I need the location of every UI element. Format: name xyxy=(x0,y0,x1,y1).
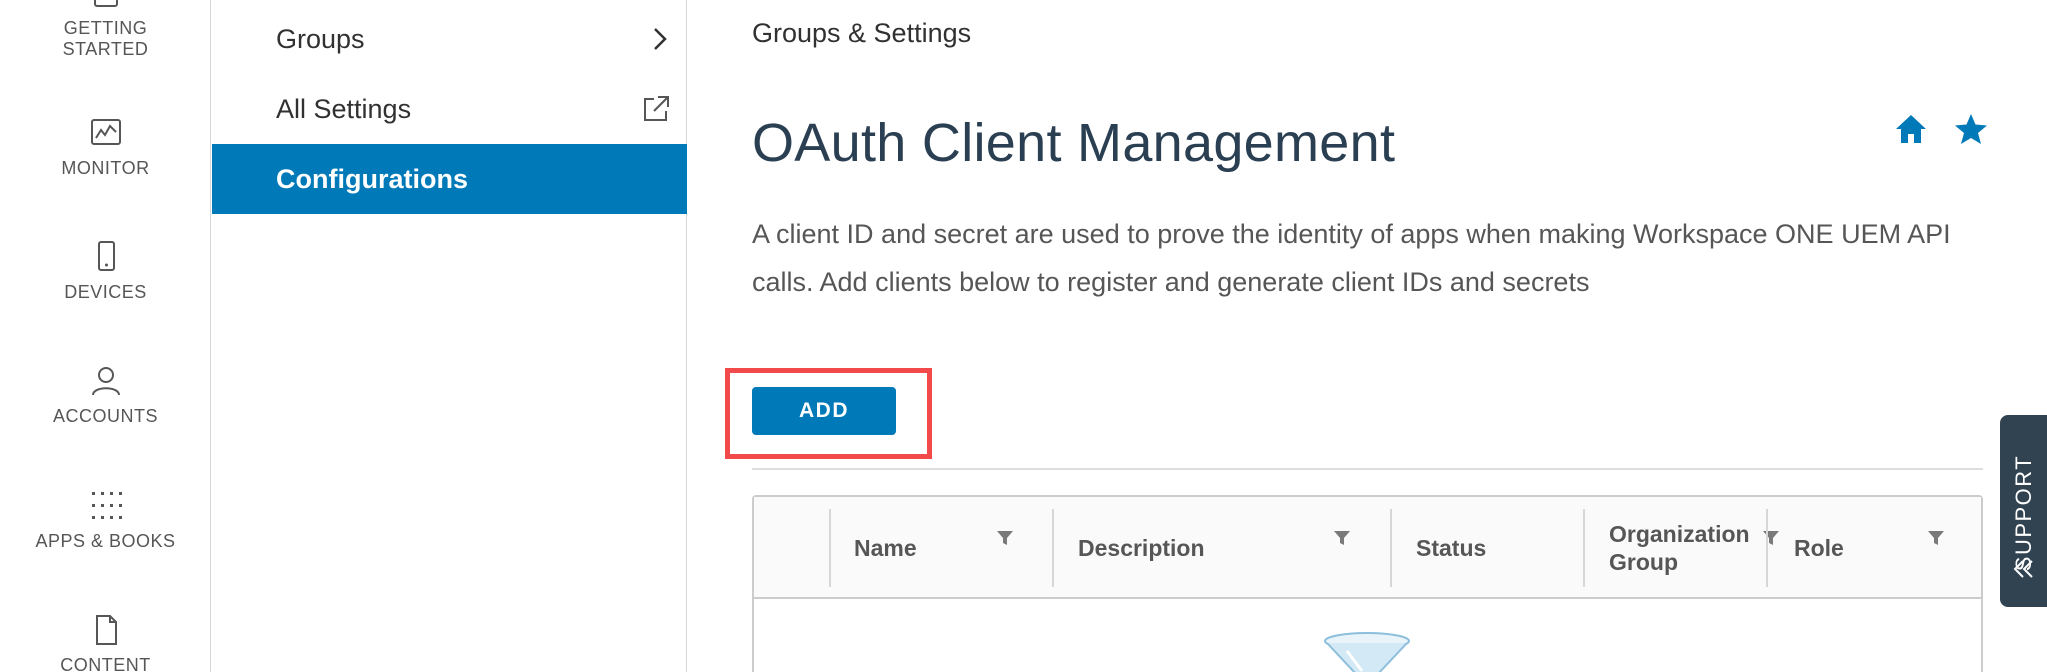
add-button[interactable]: ADD xyxy=(752,387,896,435)
accounts-icon xyxy=(91,367,120,396)
external-link-icon[interactable] xyxy=(641,94,671,124)
settings-subnav: Groups All Settings Configurations xyxy=(212,0,687,672)
page-title: OAuth Client Management xyxy=(752,113,1396,173)
filter-icon[interactable] xyxy=(996,529,1014,547)
apps-books-icon xyxy=(91,492,122,519)
main-content: Groups & Settings OAuth Client Managemen… xyxy=(688,0,2047,672)
content-icon xyxy=(95,615,117,645)
rail-item-content[interactable]: CONTENT xyxy=(0,613,211,672)
column-separator[interactable] xyxy=(1766,509,1768,587)
filter-icon[interactable] xyxy=(1927,529,1945,547)
grid-header: Name Description Status Organization Gro… xyxy=(754,497,1981,599)
filter-icon[interactable] xyxy=(1333,529,1351,547)
subnav-item-label: All Settings xyxy=(276,93,412,124)
getting-started-icon xyxy=(93,0,118,7)
section-divider xyxy=(752,468,1983,470)
subnav-item-groups[interactable]: Groups xyxy=(212,4,687,74)
monitor-icon xyxy=(90,119,121,145)
subnav-item-label: Configurations xyxy=(276,163,468,194)
column-header-description[interactable]: Description xyxy=(1078,509,1205,587)
home-icon[interactable] xyxy=(1894,112,1928,146)
rail-item-label: ACCOUNTS xyxy=(52,406,158,426)
empty-filter-icon xyxy=(1324,632,1410,672)
column-separator[interactable] xyxy=(1052,509,1054,587)
breadcrumb: Groups & Settings xyxy=(752,18,972,48)
column-header-status[interactable]: Status xyxy=(1416,509,1486,587)
rail-item-label: GETTING STARTED xyxy=(62,18,149,59)
star-icon[interactable] xyxy=(1954,112,1988,146)
column-separator[interactable] xyxy=(1390,509,1392,587)
subnav-item-configurations[interactable]: Configurations xyxy=(212,144,687,214)
rail-item-apps-books[interactable]: APPS & BOOKS xyxy=(0,489,211,552)
support-label: SUPPORT xyxy=(2010,454,2036,572)
rail-item-devices[interactable]: DEVICES xyxy=(0,240,211,303)
column-header-role[interactable]: Role xyxy=(1794,509,1844,587)
oauth-clients-grid: Name Description Status Organization Gro… xyxy=(752,495,1983,672)
column-separator[interactable] xyxy=(1583,509,1585,587)
filter-icon[interactable] xyxy=(1762,529,1780,547)
rail-item-accounts[interactable]: ACCOUNTS xyxy=(0,364,211,427)
page-actions xyxy=(1894,112,1988,146)
rail-item-monitor[interactable]: MONITOR xyxy=(0,116,211,179)
rail-item-label: CONTENT xyxy=(60,655,151,672)
column-separator xyxy=(829,509,831,587)
main-nav-rail: GETTING STARTED MONITOR DEVICES ACCOUNTS… xyxy=(0,0,211,672)
double-chevron-left-icon xyxy=(2013,560,2033,578)
rail-item-getting-started[interactable]: GETTING STARTED xyxy=(0,0,211,60)
rail-item-label: DEVICES xyxy=(64,282,147,302)
chevron-right-icon xyxy=(654,28,667,50)
subnav-item-all-settings[interactable]: All Settings xyxy=(212,74,687,144)
rail-item-label: APPS & BOOKS xyxy=(35,531,176,551)
devices-icon xyxy=(97,241,115,271)
page-description: A client ID and secret are used to prove… xyxy=(752,219,1951,297)
column-header-name[interactable]: Name xyxy=(854,509,917,587)
subnav-item-label: Groups xyxy=(276,23,365,54)
rail-item-label: MONITOR xyxy=(61,158,150,178)
support-tab[interactable]: SUPPORT xyxy=(2000,415,2047,607)
column-header-organization-group[interactable]: Organization Group xyxy=(1609,509,1784,587)
